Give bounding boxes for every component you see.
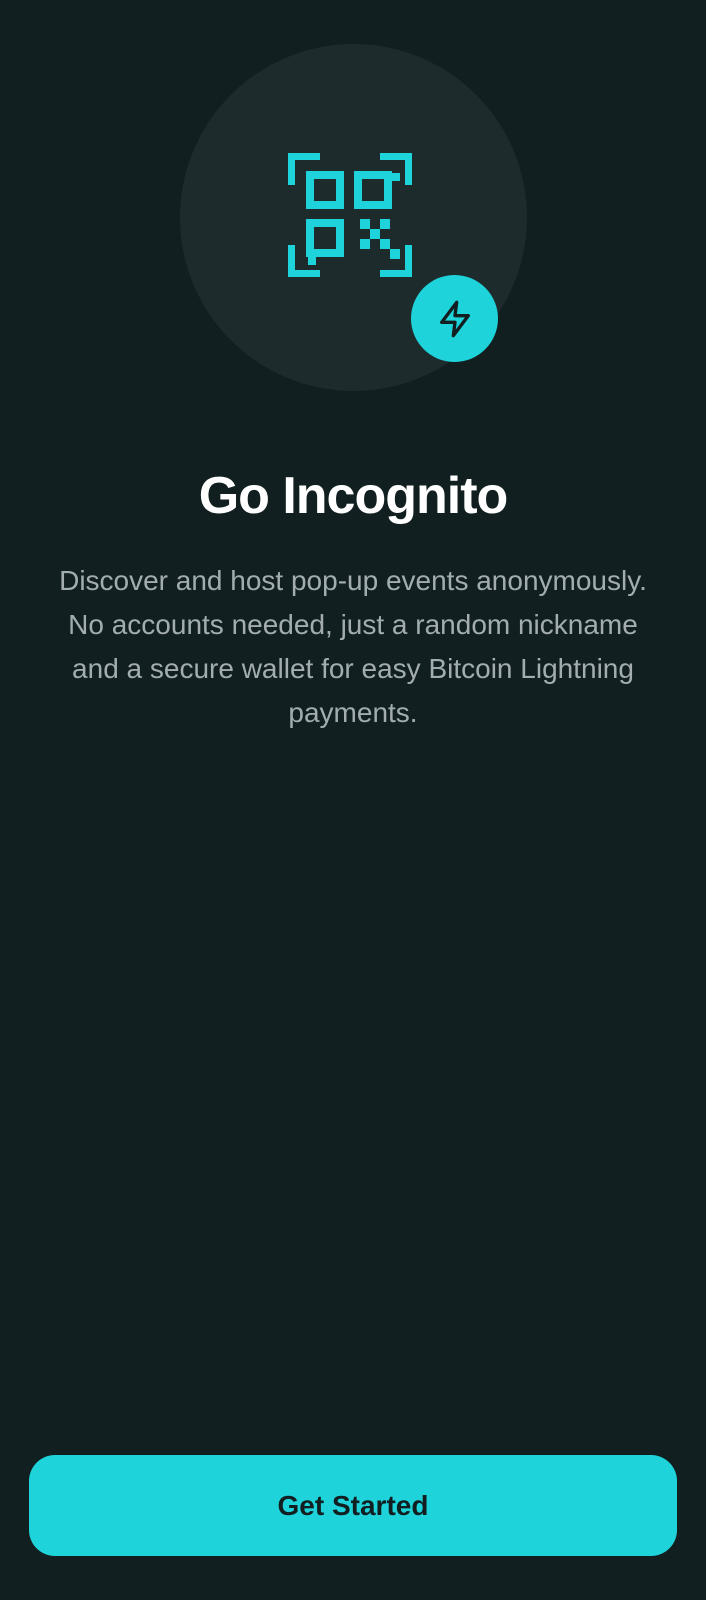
get-started-button[interactable]: Get Started [29,1455,677,1556]
qr-code-icon [288,153,412,277]
page-title: Go Incognito [198,467,509,525]
lightning-badge [411,275,498,362]
page-description: Discover and host pop-up events anonymou… [59,565,647,728]
lightning-bolt-icon [439,300,470,337]
